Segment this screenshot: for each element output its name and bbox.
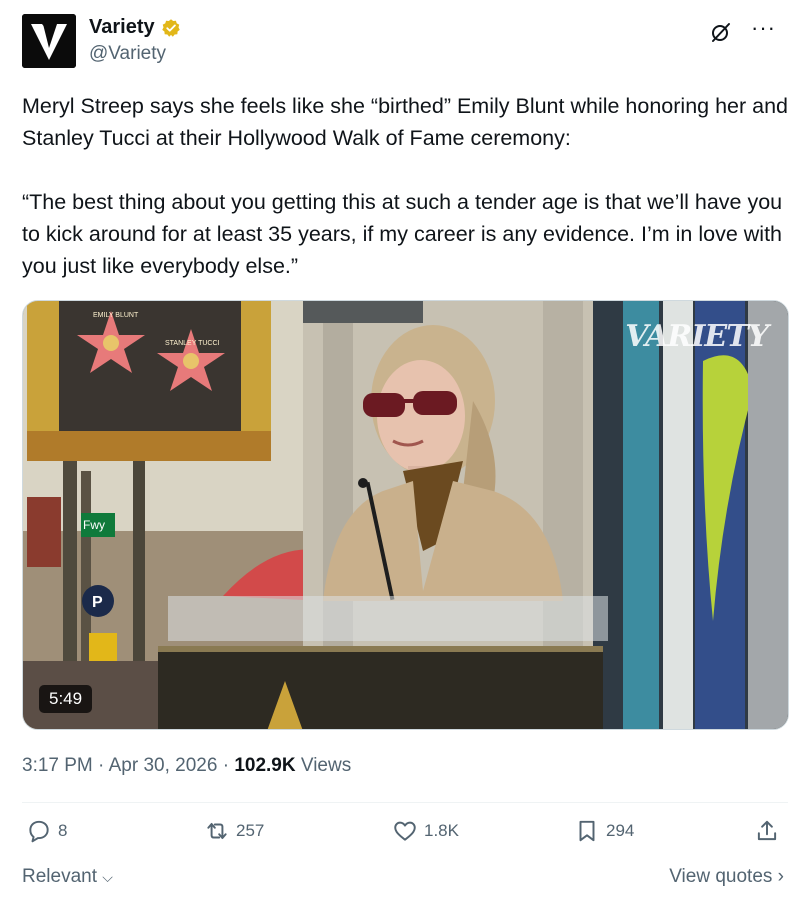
views-count: 102.9K bbox=[234, 755, 296, 776]
verified-badge-icon bbox=[161, 18, 180, 37]
chevron-right-icon: › bbox=[777, 866, 784, 887]
video-thumbnail: EMILY BLUNT STANLEY TUCCI Fwy P bbox=[23, 301, 788, 729]
star-name-label: EMILY BLUNT bbox=[93, 312, 139, 319]
tweet-paragraph: “The best thing about you getting this a… bbox=[22, 190, 783, 278]
star-name-label: STANLEY TUCCI bbox=[165, 340, 220, 347]
view-quotes-link[interactable]: View quotes › bbox=[669, 866, 784, 888]
freeway-sign-text: Fwy bbox=[83, 518, 105, 532]
variety-logo-icon bbox=[22, 14, 76, 68]
more-options-icon[interactable]: ··· bbox=[751, 17, 776, 39]
reply-icon bbox=[29, 820, 49, 843]
share-button[interactable] bbox=[754, 818, 780, 844]
bookmark-button[interactable]: 294 bbox=[574, 818, 634, 844]
variety-watermark: VARIETY bbox=[625, 319, 769, 354]
meta-separator: · bbox=[222, 755, 230, 776]
bookmark-icon bbox=[579, 820, 595, 842]
author-handle[interactable]: @Variety bbox=[89, 43, 181, 65]
repost-icon bbox=[207, 822, 227, 840]
views-label: Views bbox=[300, 755, 352, 776]
video-duration-badge: 5:49 bbox=[39, 685, 93, 713]
tweet-header: Variety @Variety ··· bbox=[22, 14, 786, 70]
top-actions: ··· bbox=[709, 17, 776, 44]
heart-icon bbox=[394, 821, 416, 841]
tweet-time[interactable]: 3:17 PM bbox=[22, 755, 93, 776]
grok-icon[interactable] bbox=[709, 20, 733, 44]
parking-sign-text: P bbox=[92, 594, 103, 611]
meta-separator: · bbox=[98, 755, 105, 776]
tweet-paragraph: Meryl Streep says she feels like she “bi… bbox=[22, 94, 789, 150]
share-icon bbox=[757, 820, 777, 841]
action-bar: 8 257 1.8K 294 bbox=[22, 818, 782, 854]
tweet-date[interactable]: Apr 30, 2026 bbox=[109, 755, 218, 776]
like-count: 1.8K bbox=[424, 821, 459, 840]
reply-count: 8 bbox=[58, 821, 68, 840]
author-block: Variety @Variety bbox=[89, 16, 181, 65]
reply-button[interactable]: 8 bbox=[26, 818, 67, 844]
reply-footer: Relevant ⌵ View quotes › bbox=[22, 866, 784, 892]
video-player[interactable]: EMILY BLUNT STANLEY TUCCI Fwy P VARIETY … bbox=[22, 300, 789, 730]
sort-replies-dropdown[interactable]: Relevant ⌵ bbox=[22, 866, 113, 888]
divider bbox=[22, 802, 788, 803]
sort-label: Relevant bbox=[22, 866, 97, 887]
tweet-meta: 3:17 PM · Apr 30, 2026 · 102.9K Views bbox=[22, 755, 351, 777]
chevron-down-icon: ⌵ bbox=[102, 869, 113, 885]
tweet-text: Meryl Streep says she feels like she “bi… bbox=[22, 90, 792, 314]
view-quotes-label: View quotes bbox=[669, 866, 773, 887]
repost-count: 257 bbox=[236, 821, 265, 840]
bookmark-count: 294 bbox=[606, 821, 635, 840]
repost-button[interactable]: 257 bbox=[204, 818, 264, 844]
avatar[interactable] bbox=[22, 14, 76, 68]
author-name[interactable]: Variety bbox=[89, 16, 155, 39]
like-button[interactable]: 1.8K bbox=[392, 818, 459, 844]
